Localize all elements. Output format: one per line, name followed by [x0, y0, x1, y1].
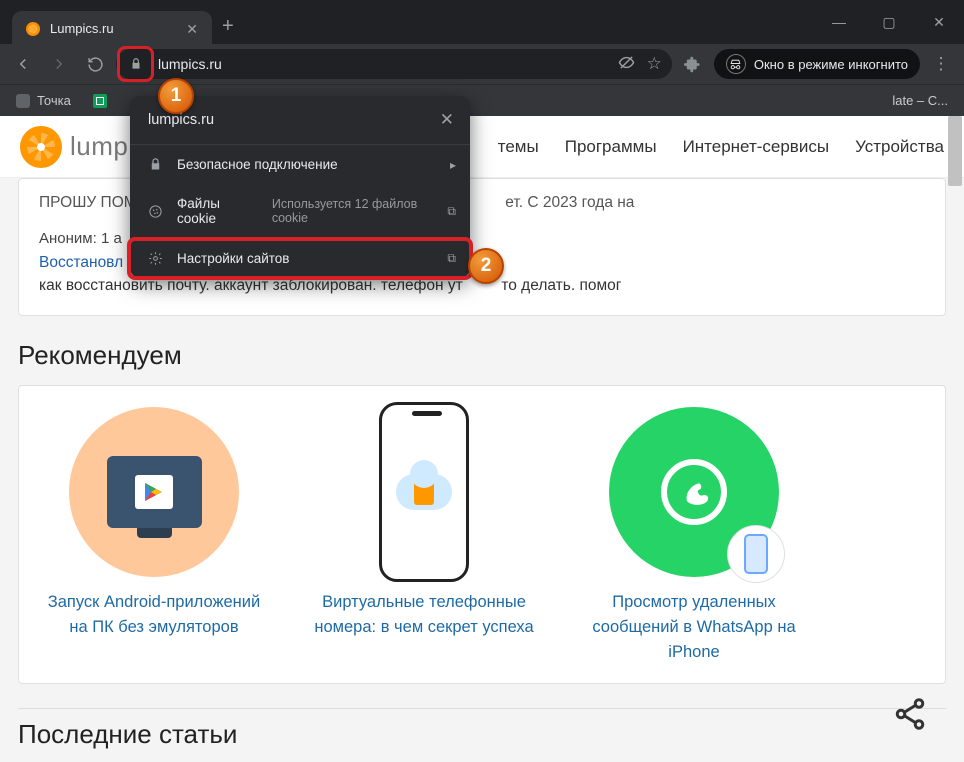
- site-info-button[interactable]: [122, 52, 150, 76]
- bookmark-favicon-2: [93, 94, 107, 108]
- external-link-icon: ⧉: [447, 204, 456, 219]
- lock-icon: [129, 57, 143, 71]
- bookmark-item-2[interactable]: [93, 94, 114, 108]
- minimize-button[interactable]: —: [814, 0, 864, 44]
- popup-close-icon[interactable]: ✕: [440, 110, 454, 130]
- site-nav: темы Программы Интернет-сервисы Устройст…: [498, 137, 944, 157]
- back-button[interactable]: [8, 49, 38, 79]
- card-caption-1: Запуск Android-приложений на ПК без эмул…: [39, 590, 269, 640]
- popup-host: lumpics.ru: [148, 112, 214, 128]
- bookmark-star-icon[interactable]: ☆: [647, 54, 662, 74]
- card-image-3: [579, 402, 809, 582]
- recommend-cards: Запуск Android-приложений на ПК без эмул…: [18, 385, 946, 683]
- bookmark-truncated[interactable]: late – C...: [892, 93, 948, 108]
- maximize-button[interactable]: ▢: [864, 0, 914, 44]
- addressbar-actions: ☆: [618, 54, 662, 75]
- scrollbar-thumb[interactable]: [948, 116, 962, 186]
- browser-tab[interactable]: Lumpics.ru ✕: [12, 11, 212, 44]
- card-caption-3: Просмотр удаленных сообщений в WhatsApp …: [579, 590, 809, 664]
- extensions-button[interactable]: [678, 49, 708, 79]
- share-button[interactable]: [884, 688, 936, 740]
- step-badge-1: 1: [158, 78, 194, 114]
- incognito-icon: [726, 54, 746, 74]
- external-link-icon: ⧉: [447, 251, 456, 266]
- popup-secure-row[interactable]: Безопасное подключение ▸: [130, 145, 470, 184]
- cookie-icon: [148, 204, 163, 219]
- popup-cookies-row[interactable]: Файлы cookie Используется 12 файлов cook…: [130, 184, 470, 238]
- bookmark-item-1[interactable]: Точка: [16, 93, 71, 108]
- nav-item-4[interactable]: Устройства: [855, 137, 944, 157]
- site-info-popup: lumpics.ru ✕ Безопасное подключение ▸ Фа…: [130, 96, 470, 278]
- nav-item-2[interactable]: Программы: [565, 137, 657, 157]
- incognito-indicator[interactable]: Окно в режиме инкогнито: [714, 49, 920, 79]
- tab-strip: Lumpics.ru ✕ + — ▢ ✕: [0, 0, 964, 44]
- nav-item-1[interactable]: темы: [498, 137, 539, 157]
- card-android-pc[interactable]: Запуск Android-приложений на ПК без эмул…: [39, 402, 269, 664]
- url-text: lumpics.ru: [158, 56, 222, 72]
- popup-cookies-sub: Используется 12 файлов cookie: [272, 197, 434, 225]
- popup-cookies-label: Файлы cookie: [177, 196, 252, 226]
- card-whatsapp[interactable]: Просмотр удаленных сообщений в WhatsApp …: [579, 402, 809, 664]
- close-window-button[interactable]: ✕: [914, 0, 964, 44]
- tab-title: Lumpics.ru: [50, 21, 176, 36]
- window-controls: — ▢ ✕: [814, 0, 964, 44]
- bookmark-favicon-1: [16, 94, 30, 108]
- chevron-right-icon: ▸: [450, 158, 456, 172]
- recommend-title: Рекомендуем: [18, 340, 946, 371]
- latest-title: Последние статьи: [18, 719, 946, 750]
- gear-icon: [148, 251, 163, 266]
- card-virtual-numbers[interactable]: Виртуальные телефонные номера: в чем сек…: [309, 402, 539, 664]
- lock-icon: [148, 157, 163, 172]
- popup-secure-label: Безопасное подключение: [177, 157, 338, 172]
- address-bar[interactable]: lumpics.ru ☆: [116, 49, 672, 79]
- tracking-icon[interactable]: [618, 54, 635, 75]
- popup-site-settings-label: Настройки сайтов: [177, 251, 289, 266]
- logo-icon: [20, 126, 62, 168]
- card-caption-2: Виртуальные телефонные номера: в чем сек…: [309, 590, 539, 640]
- popup-site-settings-row[interactable]: Настройки сайтов ⧉: [130, 238, 470, 278]
- nav-item-3[interactable]: Интернет-сервисы: [683, 137, 830, 157]
- forward-button[interactable]: [44, 49, 74, 79]
- share-icon: [892, 696, 928, 732]
- card-image-1: [39, 402, 269, 582]
- new-tab-button[interactable]: +: [222, 15, 234, 38]
- recommend-section: Рекомендуем Зап: [18, 340, 946, 683]
- favicon-icon: [26, 22, 40, 36]
- incognito-label: Окно в режиме инкогнито: [754, 57, 908, 72]
- latest-section: Последние статьи: [18, 708, 946, 750]
- card-image-2: [309, 402, 539, 582]
- step-badge-2: 2: [468, 248, 504, 284]
- close-tab-icon[interactable]: ✕: [186, 22, 198, 36]
- toolbar: lumpics.ru ☆ Окно в режиме инкогнито ⋮: [0, 44, 964, 84]
- reload-button[interactable]: [80, 49, 110, 79]
- bookmark-label-1: Точка: [37, 93, 71, 108]
- comment-link[interactable]: Восстановл: [39, 254, 123, 271]
- menu-button[interactable]: ⋮: [926, 49, 956, 79]
- iphone-badge-icon: [727, 525, 785, 583]
